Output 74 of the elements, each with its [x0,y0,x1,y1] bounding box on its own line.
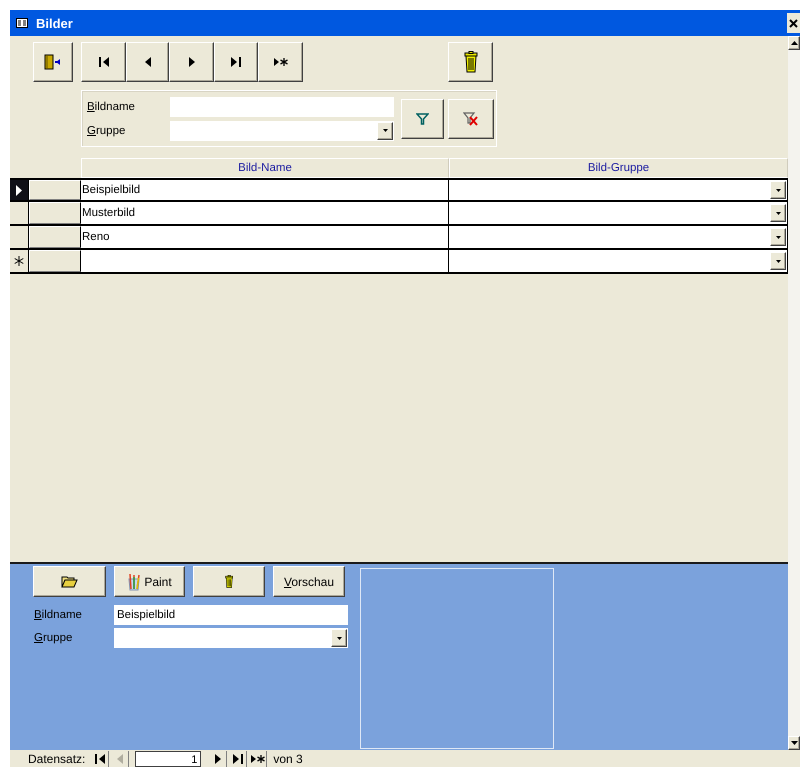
window-title: Bilder [36,16,74,30]
field-label: Bildname [34,609,83,621]
previous-icon [116,754,123,764]
dropdown-button[interactable] [770,181,786,199]
dropdown-button[interactable] [770,204,786,222]
table-cell[interactable]: Reno [81,226,449,248]
exit-button[interactable] [33,42,73,82]
trash-icon [464,51,478,73]
last-record-icon [232,754,243,764]
dropdown-button[interactable] [377,122,393,140]
table-cell[interactable]: Beispielbild [81,180,449,200]
record-nav-button[interactable] [249,750,268,766]
preview-button[interactable]: Vorschau [273,566,345,597]
record-selector[interactable] [10,180,29,200]
column-header: Bild-Gruppe [449,158,788,178]
brushes-icon [127,572,142,590]
column-header: Bild-Name [81,158,449,178]
row-spacer-cell [29,180,81,200]
dropdown-arrow-icon [382,129,388,132]
next-record-button[interactable] [169,42,214,82]
next-icon [214,754,221,764]
trash-icon [224,574,234,588]
table-cell[interactable] [81,250,449,272]
dropdown-button[interactable] [770,252,786,270]
row-spacer-cell [29,250,81,272]
dropdown-arrow-icon [776,260,780,262]
dropdown-arrow-icon [336,636,342,640]
new-record-icon [274,57,288,67]
new-record-icon [250,754,265,764]
delete-button[interactable] [448,42,493,82]
first-record-icon [98,57,108,67]
previous-icon [144,57,150,67]
text-field[interactable] [170,96,394,116]
last-record-icon [231,57,241,67]
record-label: Datensatz: [28,752,86,766]
first-record-icon [94,754,105,764]
form-icon [16,18,28,28]
scroll-down-button[interactable] [788,736,800,750]
dropdown-arrow-icon [776,188,780,192]
dropdown-arrow-icon [776,212,780,214]
remove-filter-icon [463,112,479,126]
scroll-up-button[interactable] [788,36,800,50]
table-cell[interactable]: Musterbild [81,202,449,224]
previous-record-button[interactable] [126,42,169,82]
folder-icon [61,575,78,588]
close-icon [789,18,798,28]
next-icon [188,57,194,67]
text-field[interactable]: Beispielbild [114,605,348,625]
open-button[interactable] [33,566,106,597]
delete-image-button[interactable] [193,566,265,597]
close-button[interactable] [787,13,800,33]
dropdown-arrow-icon [776,236,780,238]
paint-button[interactable]: Paint [114,566,185,597]
current-record-icon [16,184,22,196]
last-record-button[interactable] [214,42,258,82]
asterisk-icon [14,256,24,266]
dropdown-button[interactable] [770,228,786,246]
dropdown-button[interactable] [331,629,347,647]
filter-icon [416,112,429,124]
field-label: Bildname [87,100,136,112]
remove-filter-button[interactable] [448,98,494,138]
new-record-button[interactable] [258,42,303,82]
row-spacer-cell [29,202,81,224]
record-count: von 3 [273,752,303,766]
row-spacer-cell [29,226,81,248]
first-record-button[interactable] [81,42,126,82]
door-icon [44,54,62,70]
scrollbar[interactable] [788,36,800,750]
field-label: Gruppe [87,124,126,136]
record-number-field[interactable]: 1 [135,750,202,766]
down-arrow-icon [790,741,798,745]
field-label: Gruppe [34,632,74,644]
filter-button[interactable] [401,98,444,138]
up-arrow-icon [790,41,798,45]
